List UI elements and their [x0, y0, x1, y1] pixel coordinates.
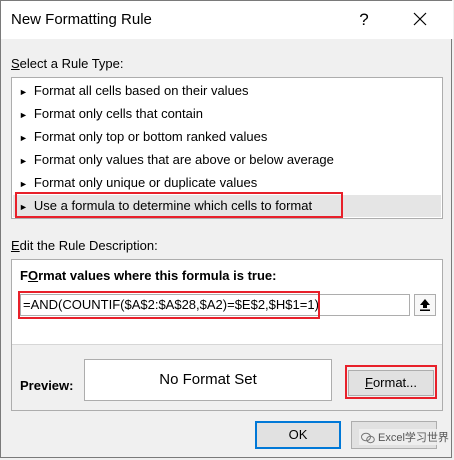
arrow-right-icon: ►: [19, 86, 28, 97]
rule-type-item-label: Format only unique or duplicate values: [33, 175, 258, 190]
title-bar: New Formatting Rule ?: [1, 1, 453, 39]
rule-type-item[interactable]: ► Format only cells that contain: [13, 103, 441, 125]
rule-type-item-label: Use a formula to determine which cells t…: [33, 198, 313, 213]
highlight-box: [18, 291, 320, 319]
highlight-box: [345, 365, 437, 399]
ok-button[interactable]: OK: [255, 421, 341, 449]
formula-heading: FOrmat values where this formula is true…: [20, 268, 277, 283]
rule-type-list[interactable]: ► Format all cells based on their values …: [11, 77, 443, 219]
rule-type-item-label: Format all cells based on their values: [33, 83, 249, 98]
rule-type-label: Select a Rule Type:: [11, 56, 124, 71]
rule-type-item[interactable]: ► Format only values that are above or be…: [13, 149, 441, 171]
rule-description-label: Edit the Rule Description:: [11, 238, 158, 253]
arrow-right-icon: ►: [19, 109, 28, 120]
arrow-up-icon: [420, 299, 430, 311]
preview-label: Preview:: [20, 378, 74, 393]
rule-type-item-label: Format only values that are above or bel…: [33, 152, 334, 167]
rule-type-item-label: Format only top or bottom ranked values: [33, 129, 268, 144]
rule-type-item[interactable]: ► Format only unique or duplicate values: [13, 172, 441, 194]
watermark: Excel学习世界: [359, 429, 451, 445]
rule-type-item-selected[interactable]: ► Use a formula to determine which cells …: [13, 192, 441, 218]
close-button[interactable]: [406, 7, 434, 33]
formula-section: FOrmat values where this formula is true…: [12, 260, 442, 345]
arrow-right-icon: ►: [19, 178, 28, 189]
help-icon: ?: [359, 10, 369, 29]
arrow-right-icon: ►: [19, 132, 28, 143]
arrow-right-icon: ►: [19, 155, 28, 166]
help-button[interactable]: ?: [353, 9, 375, 31]
arrow-right-icon: ►: [19, 201, 28, 212]
new-formatting-rule-dialog: New Formatting Rule ? Select a Rule Type…: [0, 0, 453, 458]
chat-bubble-icon: [361, 432, 375, 444]
close-icon: [413, 12, 427, 26]
rule-description-panel: FOrmat values where this formula is true…: [11, 259, 443, 411]
rule-type-item[interactable]: ► Format only top or bottom ranked values: [13, 126, 441, 148]
watermark-text: Excel学习世界: [378, 432, 449, 444]
rule-type-item[interactable]: ► Format all cells based on their values: [13, 80, 441, 102]
dialog-title: New Formatting Rule: [11, 11, 152, 28]
preview-box: No Format Set: [84, 359, 332, 401]
collapse-dialog-button[interactable]: [414, 294, 436, 316]
rule-type-item-label: Format only cells that contain: [33, 106, 203, 121]
